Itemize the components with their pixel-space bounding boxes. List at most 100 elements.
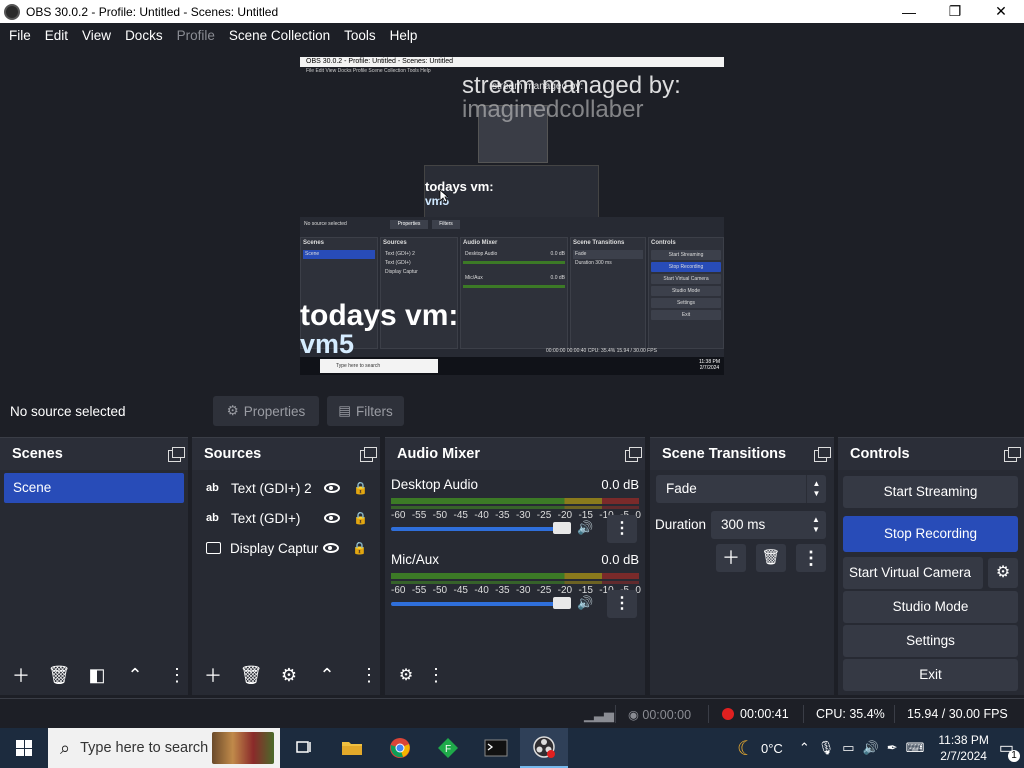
terminal-icon[interactable] — [472, 728, 520, 768]
speaker-icon[interactable]: 🔊 — [577, 520, 593, 536]
advanced-audio-gear-icon[interactable]: ⚙ — [391, 661, 421, 689]
undock-icon[interactable] — [1004, 447, 1021, 462]
undock-icon[interactable] — [625, 447, 642, 462]
undock-icon[interactable] — [814, 447, 831, 462]
visibility-eye-icon[interactable] — [324, 513, 340, 523]
microphone-icon[interactable]: 🎙 — [818, 740, 835, 756]
speaker-icon[interactable]: 🔊 — [577, 595, 593, 611]
add-scene-button[interactable]: ＋ — [6, 661, 36, 689]
notification-center-icon[interactable]: ▭ 1 — [999, 738, 1020, 762]
source-properties-gear-icon[interactable]: ⚙ — [274, 661, 304, 689]
green-diamond-app-icon[interactable]: F — [424, 728, 472, 768]
scenes-more-menu-icon[interactable]: ⋮ — [168, 661, 186, 689]
move-scene-up-button[interactable]: ⌃ — [120, 661, 150, 689]
status-separator — [803, 705, 804, 723]
tick-label: -35 — [495, 510, 510, 521]
preview-mini-docks: No source selected Properties Filters Sc… — [300, 217, 724, 375]
undock-icon[interactable] — [168, 447, 185, 462]
channel-name: Mic/Aux — [391, 552, 440, 567]
source-item[interactable]: ab Text (GDI+) 2 🔒 — [192, 473, 380, 503]
transition-selected: Fade — [666, 481, 697, 496]
volume-slider[interactable] — [391, 602, 571, 606]
tick-label: -30 — [515, 510, 531, 521]
stop-recording-button[interactable]: Stop Recording — [843, 516, 1018, 552]
network-icon[interactable]: ▭ — [842, 740, 854, 756]
virtual-camera-settings-gear-icon[interactable]: ⚙ — [988, 558, 1018, 588]
properties-button[interactable]: ⚙ Properties — [213, 396, 319, 426]
controls-title: Controls — [850, 446, 910, 462]
title-bar: OBS 30.0.2 - Profile: Untitled - Scenes:… — [0, 0, 1024, 23]
transition-more-menu-icon[interactable]: ⋮ — [796, 544, 826, 572]
add-transition-button[interactable]: ＋ — [716, 544, 746, 572]
preview-mini-clock: 11:38 PM 2/7/2024 — [698, 359, 720, 371]
weather-moon-icon[interactable]: ☾ — [737, 736, 755, 761]
source-item[interactable]: ab Text (GDI+) 🔒 — [192, 503, 380, 533]
add-source-button[interactable]: ＋ — [198, 661, 228, 689]
duration-label: Duration — [655, 517, 707, 532]
file-explorer-icon[interactable] — [328, 728, 376, 768]
visibility-eye-icon[interactable] — [324, 483, 340, 493]
preview-mini-meter-2 — [463, 285, 565, 288]
menu-scene-collection[interactable]: Scene Collection — [222, 28, 337, 43]
maximize-button[interactable]: ❐ — [932, 0, 978, 23]
scene-list-item[interactable]: Scene — [4, 473, 184, 503]
preview-mini-ctrl-vcam: Start Virtual Camera — [651, 274, 721, 284]
start-streaming-button[interactable]: Start Streaming — [843, 476, 1018, 508]
temperature: 0°C — [760, 740, 783, 756]
task-view-icon[interactable] — [280, 728, 328, 768]
exit-button[interactable]: Exit — [843, 659, 1018, 691]
menu-help[interactable]: Help — [383, 28, 425, 43]
preview-canvas[interactable]: OBS 30.0.2 - Profile: Untitled - Scenes:… — [300, 57, 724, 375]
channel-more-menu-icon[interactable]: ⋮ — [607, 590, 637, 618]
duration-input[interactable]: 300 ms ▲ ▼ — [711, 511, 826, 539]
remove-source-button[interactable]: 🗑 — [236, 661, 266, 689]
start-virtual-camera-button[interactable]: Start Virtual Camera — [843, 557, 983, 589]
remove-transition-button[interactable]: 🗑 — [756, 544, 786, 572]
chrome-icon[interactable] — [376, 728, 424, 768]
channel-more-menu-icon[interactable]: ⋮ — [607, 515, 637, 543]
menu-edit[interactable]: Edit — [38, 28, 75, 43]
pen-icon[interactable]: ✒ — [887, 740, 898, 756]
preview-mini-status: 00:00:00 00:00:40 CPU: 35.4% 15.94 / 30.… — [546, 348, 657, 354]
start-button[interactable] — [0, 728, 48, 768]
preview-mini-transitions-title: Scene Transitions — [573, 240, 625, 246]
lock-icon[interactable]: 🔒 — [353, 481, 368, 495]
volume-slider[interactable] — [391, 527, 571, 531]
volume-slider-handle[interactable] — [553, 522, 571, 534]
menu-tools[interactable]: Tools — [337, 28, 383, 43]
move-source-up-button[interactable]: ⌃ — [312, 661, 342, 689]
taskbar-search-box[interactable]: ⌕ Type here to search — [48, 728, 280, 768]
remove-scene-button[interactable]: 🗑 — [44, 661, 74, 689]
lock-icon[interactable]: 🔒 — [352, 541, 367, 555]
source-toolbar: No source selected ⚙ Properties ▤ Filter… — [0, 390, 1024, 434]
minimize-button[interactable]: — — [886, 0, 932, 23]
transition-select[interactable]: Fade ▲ ▼ — [656, 475, 826, 503]
studio-mode-button[interactable]: Studio Mode — [843, 591, 1018, 623]
scene-filters-button[interactable]: ◧ — [82, 661, 112, 689]
tick-label: -60 — [391, 585, 406, 596]
settings-button[interactable]: Settings — [843, 625, 1018, 657]
sources-more-menu-icon[interactable]: ⋮ — [360, 661, 378, 689]
menu-view[interactable]: View — [75, 28, 118, 43]
volume-slider-handle[interactable] — [553, 597, 571, 609]
mixer-title: Audio Mixer — [397, 446, 480, 462]
keyboard-icon[interactable]: ⌨ — [906, 740, 925, 756]
filters-button[interactable]: ▤ Filters — [327, 396, 404, 426]
mixer-more-menu-icon[interactable]: ⋮ — [427, 661, 445, 689]
volume-icon[interactable]: 🔊 — [863, 740, 879, 756]
undock-icon[interactable] — [360, 447, 377, 462]
menu-docks[interactable]: Docks — [118, 28, 170, 43]
lock-icon[interactable]: 🔒 — [353, 511, 368, 525]
preview-caption-1: todays vm: — [300, 299, 459, 332]
obs-taskbar-icon[interactable] — [520, 728, 568, 768]
source-name: Display Captur — [230, 540, 318, 556]
menu-profile[interactable]: Profile — [170, 28, 222, 43]
source-item[interactable]: Display Captur 🔒 — [192, 533, 380, 563]
preview-mini-search: Type here to search — [320, 359, 438, 373]
chevron-up-icon[interactable]: ⌃ — [799, 740, 810, 756]
close-button[interactable]: ✕ — [978, 0, 1024, 23]
menu-file[interactable]: File — [2, 28, 38, 43]
taskbar-clock[interactable]: 11:38 PM 2/7/2024 — [938, 732, 988, 764]
spin-arrows-icon[interactable]: ▲ ▼ — [806, 511, 826, 539]
visibility-eye-icon[interactable] — [323, 543, 339, 553]
